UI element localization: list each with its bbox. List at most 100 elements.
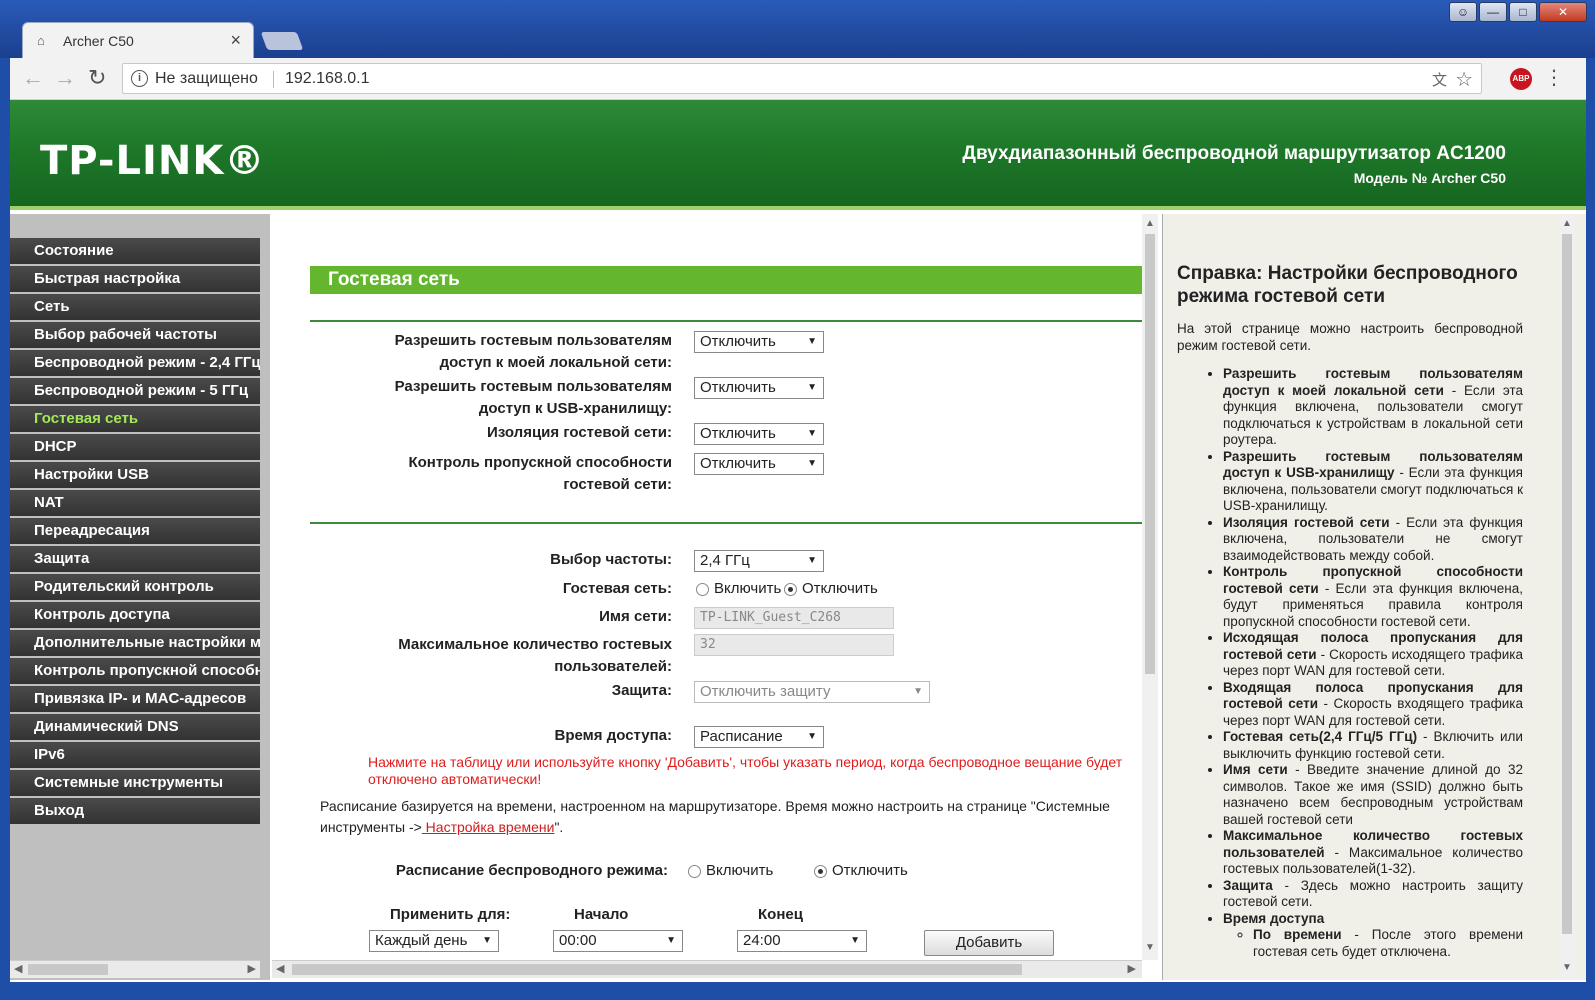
router-page: TP-LINK® Двухдиапазонный беспроводной ма… xyxy=(10,100,1586,982)
apply-for-select[interactable]: Каждый день ▼ xyxy=(369,930,499,952)
help-vertical-scrollbar[interactable]: ▲ ▼ xyxy=(1559,214,1575,980)
scrollbar-thumb[interactable] xyxy=(1562,234,1572,934)
adblock-icon[interactable]: ABP xyxy=(1510,68,1532,90)
isolation-label: Изоляция гостевой сети: xyxy=(487,424,672,441)
divider xyxy=(310,320,1142,322)
bandwidth-control-select[interactable]: Отключить ▼ xyxy=(694,453,824,475)
help-item: Исходящая полоса пропускания для гостево… xyxy=(1223,630,1523,680)
chevron-down-icon: ▼ xyxy=(807,336,817,347)
guest-network-enable-label[interactable]: Включить xyxy=(714,580,781,598)
scrollbar-thumb[interactable] xyxy=(1145,234,1155,674)
sidebar-item[interactable]: Быстрая настройка xyxy=(10,266,260,292)
sidebar-item[interactable]: Родительский контроль xyxy=(10,574,260,600)
sidebar-item[interactable]: Гостевая сеть xyxy=(10,406,260,432)
page-header: TP-LINK® Двухдиапазонный беспроводной ма… xyxy=(10,100,1586,210)
sidebar-item[interactable]: Настройки USB xyxy=(10,462,260,488)
sidebar-item[interactable]: Выбор рабочей частоты xyxy=(10,322,260,348)
access-time-label: Время доступа: xyxy=(554,727,672,744)
access-time-select[interactable]: Расписание ▼ xyxy=(694,726,824,748)
scrollbar-thumb[interactable] xyxy=(292,964,1022,975)
help-item: Гостевая сеть(2,4 ГГц/5 ГГц) - Включить … xyxy=(1223,729,1523,762)
tp-link-logo: TP-LINK® xyxy=(40,138,266,184)
add-schedule-button[interactable]: Добавить xyxy=(924,930,1054,956)
sidebar-item[interactable]: Контроль пропускной способности xyxy=(10,658,260,684)
sidebar-item[interactable]: Контроль доступа xyxy=(10,602,260,628)
url-text[interactable]: 192.168.0.1 xyxy=(285,70,370,88)
close-window-button[interactable]: ✕ xyxy=(1539,2,1587,22)
sidebar-item[interactable]: DHCP xyxy=(10,434,260,460)
new-tab-button[interactable] xyxy=(260,32,304,50)
sidebar-item[interactable]: Системные инструменты xyxy=(10,770,260,796)
scroll-up-icon[interactable]: ▲ xyxy=(1145,218,1155,229)
chevron-down-icon: ▼ xyxy=(913,686,923,697)
chevron-down-icon: ▼ xyxy=(807,458,817,469)
bookmark-star-icon[interactable]: ☆ xyxy=(1455,67,1473,92)
sidebar-item[interactable]: Выход xyxy=(10,798,260,824)
chevron-down-icon: ▼ xyxy=(482,935,492,946)
browser-tab[interactable]: ⌂ Archer C50 × xyxy=(22,22,254,58)
start-time-select[interactable]: 00:00 ▼ xyxy=(553,930,683,952)
guest-network-disable-radio[interactable] xyxy=(784,583,797,596)
lan-access-select[interactable]: Отключить ▼ xyxy=(694,331,824,353)
sidebar: Состояние Быстрая настройка Сеть Выбор рабо… xyxy=(10,214,270,980)
address-bar[interactable]: i Не защищено 192.168.0.1 文 ☆ xyxy=(122,63,1482,94)
scroll-down-icon[interactable]: ▼ xyxy=(1145,942,1155,953)
sidebar-item[interactable]: IPv6 xyxy=(10,742,260,768)
scroll-right-icon[interactable]: ▶ xyxy=(1128,962,1136,975)
end-time-select[interactable]: 24:00 ▼ xyxy=(737,930,867,952)
max-users-input[interactable]: 32 xyxy=(694,634,894,656)
guest-network-disable-label[interactable]: Отключить xyxy=(802,580,878,598)
sidebar-menu: Состояние Быстрая настройка Сеть Выбор рабо… xyxy=(10,238,260,826)
chevron-down-icon: ▼ xyxy=(807,428,817,439)
sidebar-item[interactable]: Сеть xyxy=(10,294,260,320)
scroll-down-icon[interactable]: ▼ xyxy=(1562,962,1572,973)
address-separator xyxy=(273,71,274,88)
reload-icon[interactable]: ↻ xyxy=(88,66,106,90)
schedule-enable-label[interactable]: Включить xyxy=(706,862,773,880)
sidebar-item[interactable]: Привязка IP- и MAC-адресов xyxy=(10,686,260,712)
sidebar-item[interactable]: Переадресация xyxy=(10,518,260,544)
maximize-button[interactable]: □ xyxy=(1509,2,1537,22)
isolation-select[interactable]: Отключить ▼ xyxy=(694,423,824,445)
tab-close-icon[interactable]: × xyxy=(230,30,241,51)
scrollbar-thumb[interactable] xyxy=(28,964,108,975)
sidebar-item[interactable]: NAT xyxy=(10,490,260,516)
chevron-down-icon: ▼ xyxy=(807,555,817,566)
sidebar-item[interactable]: Состояние xyxy=(10,238,260,264)
scroll-right-icon[interactable]: ▶ xyxy=(248,962,256,975)
sidebar-item[interactable]: Защита xyxy=(10,546,260,572)
schedule-note: Расписание базируется на времени, настро… xyxy=(320,798,1110,835)
sidebar-item[interactable]: Беспроводной режим - 2,4 ГГц xyxy=(10,350,260,376)
guest-network-enable-radio[interactable] xyxy=(696,583,709,596)
content-vertical-scrollbar[interactable]: ▲ ▼ xyxy=(1142,214,1158,960)
forward-arrow-icon[interactable]: → xyxy=(54,66,76,90)
user-icon[interactable]: ☺ xyxy=(1449,2,1477,22)
scroll-left-icon[interactable]: ◀ xyxy=(14,962,22,975)
minimize-button[interactable]: — xyxy=(1479,2,1507,22)
frequency-select[interactable]: 2,4 ГГц ▼ xyxy=(694,550,824,572)
security-select[interactable]: Отключить защиту ▼ xyxy=(694,681,930,703)
scroll-up-icon[interactable]: ▲ xyxy=(1562,218,1572,229)
ssid-input[interactable]: TP-LINK_Guest_C268 xyxy=(694,607,894,629)
translate-icon[interactable]: 文 xyxy=(1432,69,1447,90)
time-settings-link[interactable]: Настройка времени xyxy=(422,819,555,835)
usb-access-select[interactable]: Отключить ▼ xyxy=(694,377,824,399)
window-controls: ☺ — □ ✕ xyxy=(1449,2,1587,22)
schedule-disable-radio[interactable] xyxy=(814,865,827,878)
sidebar-horizontal-scrollbar[interactable]: ◀ ▶ xyxy=(10,960,260,978)
end-header: Конец xyxy=(758,906,803,923)
section-title: Гостевая сеть xyxy=(310,266,1142,294)
help-title: Справка: Настройки беспроводного режима … xyxy=(1177,263,1518,307)
security-status[interactable]: Не защищено xyxy=(155,70,258,88)
sidebar-item[interactable]: Дополнительные настройки маршрутизации xyxy=(10,630,260,656)
sidebar-item[interactable]: Беспроводной режим - 5 ГГц xyxy=(10,378,260,404)
scroll-left-icon[interactable]: ◀ xyxy=(276,962,284,975)
guest-network-label: Гостевая сеть: xyxy=(562,580,672,597)
back-arrow-icon[interactable]: ← xyxy=(22,66,44,90)
schedule-enable-radio[interactable] xyxy=(688,865,701,878)
browser-menu-icon[interactable]: ⋮ xyxy=(1544,65,1564,90)
info-icon[interactable]: i xyxy=(131,70,148,87)
sidebar-item[interactable]: Динамический DNS xyxy=(10,714,260,740)
schedule-disable-label[interactable]: Отключить xyxy=(832,862,908,880)
content-horizontal-scrollbar[interactable]: ◀ ▶ xyxy=(272,960,1142,978)
